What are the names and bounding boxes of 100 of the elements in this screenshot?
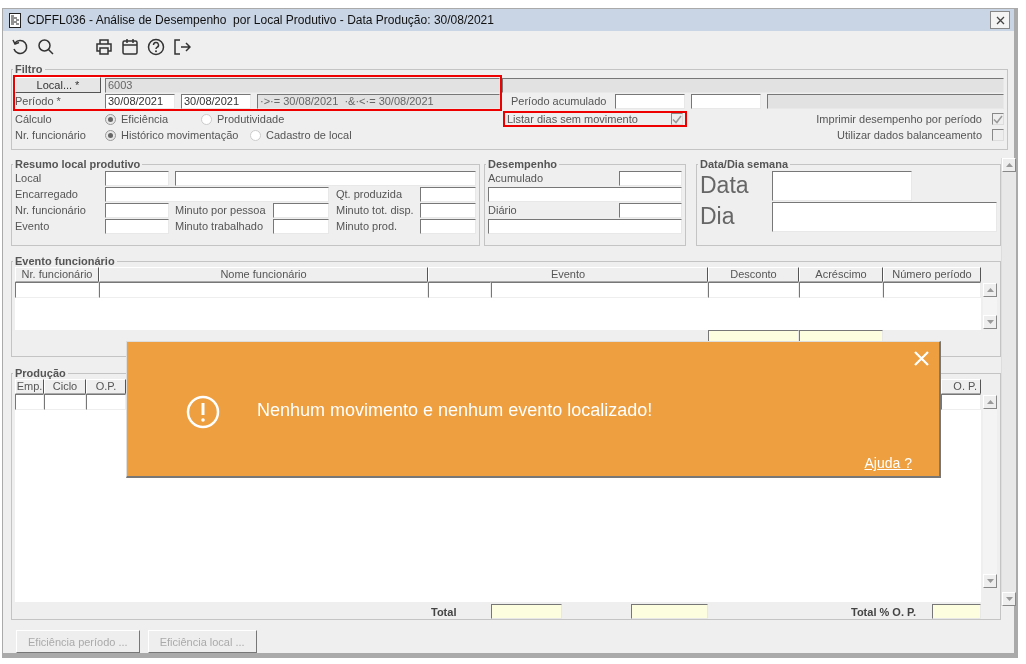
input-field[interactable]	[175, 170, 476, 186]
scroll-up-button[interactable]	[983, 395, 997, 409]
input-field[interactable]: 30/08/2021	[181, 93, 251, 109]
local-button[interactable]: Local... *	[15, 77, 101, 93]
window-title: CDFFL036 - Análise de Desempenho por Local Produtivo - Data Produção: 30/08/2021	[27, 13, 495, 27]
input-field[interactable]	[619, 202, 682, 218]
caret-up-icon	[1005, 163, 1013, 167]
table-cell	[428, 282, 491, 298]
field-label: Data	[700, 172, 750, 199]
field-label: Diário	[488, 204, 518, 216]
input-field[interactable]: 30/08/2021	[105, 93, 175, 109]
column-header[interactable]: Ciclo	[44, 379, 86, 394]
caret-up-icon	[986, 288, 994, 292]
field-label: Período acumulado	[511, 95, 608, 107]
scroll-up-button[interactable]	[983, 283, 997, 297]
section-title: Data/Dia semana	[699, 158, 790, 170]
field-label: Minuto prod.	[335, 220, 399, 232]
column-header[interactable]: O. P.	[941, 379, 981, 394]
table-cell	[941, 394, 981, 410]
input-field[interactable]	[105, 202, 169, 218]
input-field[interactable]	[502, 77, 1004, 93]
section-title: Produção	[14, 367, 67, 379]
scroll-down-button[interactable]	[983, 574, 997, 588]
checkbox-label[interactable]: Imprimir desempenho por período	[816, 113, 982, 125]
radio-button[interactable]	[201, 113, 212, 125]
column-header[interactable]: Emp.	[15, 379, 44, 394]
input-field[interactable]	[420, 202, 476, 218]
input-field[interactable]	[615, 93, 685, 109]
input-field[interactable]	[105, 218, 169, 234]
column-header[interactable]: Número período	[883, 267, 981, 282]
field-label: Acumulado	[488, 172, 545, 184]
warning-icon	[186, 395, 220, 429]
input-field[interactable]	[105, 186, 329, 202]
scrollbar[interactable]	[983, 395, 997, 588]
input-field[interactable]: 6003	[105, 77, 500, 93]
input-field[interactable]	[420, 186, 476, 202]
field-label: Minuto tot. disp.	[335, 204, 415, 216]
radio-button[interactable]	[250, 129, 261, 141]
total-label: Total % O. P.	[851, 605, 917, 618]
input-field[interactable]	[772, 170, 912, 201]
input-field	[932, 604, 981, 619]
input-field[interactable]	[420, 218, 476, 234]
input-field[interactable]	[488, 218, 682, 234]
document-icon	[9, 12, 21, 28]
column-header[interactable]: O.P.	[86, 379, 126, 394]
checkbox-label[interactable]: Utilizar dados balanceamento	[837, 129, 982, 141]
scroll-up-button[interactable]	[1002, 158, 1016, 172]
column-header[interactable]: Nr. funcionário	[15, 267, 99, 282]
checkbox[interactable]	[671, 113, 683, 125]
help-icon[interactable]	[147, 38, 165, 56]
radio-label[interactable]: Histórico movimentação	[121, 129, 239, 141]
caret-up-icon	[986, 400, 994, 404]
input-field[interactable]	[105, 170, 169, 186]
table-cell	[44, 394, 86, 410]
caret-down-icon	[1005, 597, 1013, 601]
table-cell	[86, 394, 126, 410]
scroll-down-button[interactable]	[1002, 592, 1016, 606]
field-label: Minuto trabalhado	[174, 220, 265, 232]
input-field[interactable]	[488, 186, 682, 202]
radio-label[interactable]: Eficiência	[121, 113, 169, 125]
column-header[interactable]: Acréscimo	[799, 267, 883, 282]
input-field[interactable]	[691, 93, 761, 109]
close-button[interactable]	[990, 11, 1010, 29]
radio-label[interactable]: Produtividade	[217, 113, 285, 125]
column-header[interactable]: Nome funcionário	[99, 267, 428, 282]
undo-icon[interactable]	[11, 38, 29, 56]
input-field[interactable]	[772, 201, 997, 232]
caret-down-icon	[986, 579, 994, 583]
search-icon[interactable]	[37, 38, 55, 56]
scroll-down-button[interactable]	[983, 315, 997, 329]
input-field	[491, 604, 562, 619]
calendar-icon[interactable]	[121, 38, 139, 56]
section-title: Filtro	[14, 63, 44, 75]
radio-button[interactable]	[105, 129, 116, 141]
printer-icon[interactable]	[95, 38, 113, 56]
input-field[interactable]: ·>·= 30/08/2021 ·&·<·= 30/08/2021	[257, 93, 500, 109]
exit-icon[interactable]	[173, 38, 191, 56]
scrollbar[interactable]	[983, 283, 997, 329]
notification-message: Nenhum movimento e nenhum evento localizado!	[257, 400, 653, 421]
field-label: Qt. produzida	[335, 188, 404, 200]
field-label: Nr. funcionário	[15, 204, 87, 216]
input-field[interactable]	[273, 218, 329, 234]
scrollbar[interactable]	[1001, 158, 1016, 606]
input-field[interactable]	[273, 202, 329, 218]
input-field[interactable]	[767, 93, 1004, 109]
field-label: Local	[15, 172, 43, 184]
radio-label[interactable]: Cadastro de local	[266, 129, 352, 141]
checkbox[interactable]	[992, 129, 1004, 141]
column-header[interactable]: Evento	[428, 267, 708, 282]
field-label: Evento	[15, 220, 51, 232]
input-field[interactable]	[619, 170, 682, 186]
field-label: Cálculo	[15, 113, 53, 125]
field-label: Período *	[15, 95, 62, 107]
checkbox[interactable]	[992, 113, 1004, 125]
caret-down-icon	[986, 320, 994, 324]
close-icon	[995, 15, 1005, 25]
radio-button[interactable]	[105, 113, 116, 125]
table-cell	[15, 394, 44, 410]
section-title: Desempenho	[487, 158, 559, 170]
column-header[interactable]: Desconto	[708, 267, 799, 282]
